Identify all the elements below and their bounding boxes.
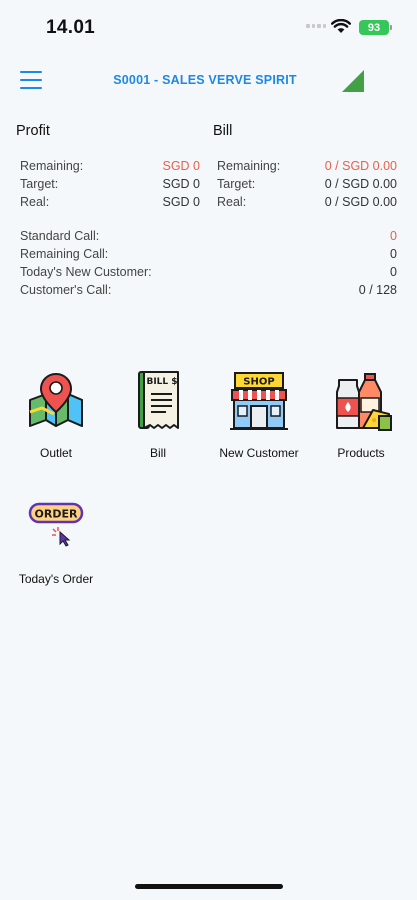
bill-receipt-icon: BILL $ (138, 371, 179, 429)
profit-target-row: Target: SGD 0 (20, 175, 200, 193)
menu-new-customer[interactable]: SHOP New Customer (209, 370, 309, 460)
dark-mode-moon-icon[interactable] (380, 68, 400, 92)
standard-call-value: 0 (390, 229, 397, 243)
order-icon-text: ORDER (35, 508, 78, 521)
remaining-call-label: Remaining Call: (20, 247, 109, 261)
customer-call-value: 0 / 128 (358, 283, 397, 297)
profit-real-label: Real: (20, 195, 50, 209)
profit-real-row: Real: SGD 0 (20, 193, 200, 211)
bill-target-label: Target: (217, 177, 256, 191)
bill-real-row: Real: 0 / SGD 0.00 (217, 193, 397, 211)
bill-title: Bill (213, 123, 233, 139)
battery-tip (390, 25, 392, 30)
cellular-signal-icon (306, 24, 326, 28)
standard-call-row: Standard Call: 0 (20, 227, 397, 245)
bill-icon-text: BILL $ (146, 377, 177, 387)
products-icon (336, 373, 392, 431)
new-customer-tile-label: New Customer (219, 446, 299, 460)
menu-bill[interactable]: BILL $ Bill (108, 370, 208, 460)
hamburger-menu-icon[interactable] (20, 71, 42, 89)
bill-stats: Remaining: 0 / SGD 0.00 Target: 0 / SGD … (217, 157, 397, 211)
remaining-call-value: 0 (390, 247, 397, 261)
wifi-icon (331, 19, 351, 33)
bill-target-value: 0 / SGD 0.00 (324, 177, 397, 191)
shop-icon: SHOP (230, 372, 288, 430)
profit-stats: Remaining: SGD 0 Target: SGD 0 Real: SGD… (20, 157, 200, 211)
profit-target-label: Target: (20, 177, 59, 191)
profit-remaining-label: Remaining: (20, 159, 84, 173)
call-stats: Standard Call: 0 Remaining Call: 0 Today… (20, 227, 397, 299)
profit-title: Profit (16, 123, 50, 139)
products-label: Products (337, 446, 385, 460)
menu-todays-order[interactable]: ORDER Today's Order (6, 496, 106, 586)
home-indicator[interactable] (135, 884, 283, 889)
bill-target-row: Target: 0 / SGD 0.00 (217, 175, 397, 193)
profit-real-value: SGD 0 (162, 195, 200, 209)
remaining-call-row: Remaining Call: 0 (20, 245, 397, 263)
bill-real-label: Real: (217, 195, 247, 209)
menu-products[interactable]: Products (311, 370, 411, 460)
new-customer-label: Today's New Customer: (20, 265, 152, 279)
profit-remaining-value: SGD 0 (162, 159, 200, 173)
new-customer-value: 0 (390, 265, 397, 279)
bill-label: Bill (149, 446, 166, 460)
new-customer-row: Today's New Customer: 0 (20, 263, 397, 281)
customer-call-label: Customer's Call: (20, 283, 112, 297)
profit-target-value: SGD 0 (162, 177, 200, 191)
bill-remaining-value: 0 / SGD 0.00 (324, 159, 397, 173)
bill-real-value: 0 / SGD 0.00 (324, 195, 397, 209)
status-bar: 14.01 93 (0, 0, 417, 56)
app-title: S0001 - SALES VERVE SPIRIT (113, 73, 297, 87)
bill-remaining-label: Remaining: (217, 159, 281, 173)
customer-call-row: Customer's Call: 0 / 128 (20, 281, 397, 299)
bill-remaining-row: Remaining: 0 / SGD 0.00 (217, 157, 397, 175)
menu-outlet[interactable]: Outlet (6, 370, 106, 460)
status-time: 14.01 (46, 17, 96, 38)
battery-icon: 93 (359, 20, 389, 35)
shop-icon-text: SHOP (243, 377, 274, 388)
app-bar: S0001 - SALES VERVE SPIRIT (0, 56, 417, 106)
outlet-label: Outlet (39, 446, 72, 460)
order-icon: ORDER (28, 502, 84, 547)
signal-strength-icon (342, 70, 364, 92)
standard-call-label: Standard Call: (20, 229, 100, 243)
todays-order-label: Today's Order (18, 572, 94, 586)
profit-remaining-row: Remaining: SGD 0 (20, 157, 200, 175)
map-pin-icon (29, 372, 83, 427)
